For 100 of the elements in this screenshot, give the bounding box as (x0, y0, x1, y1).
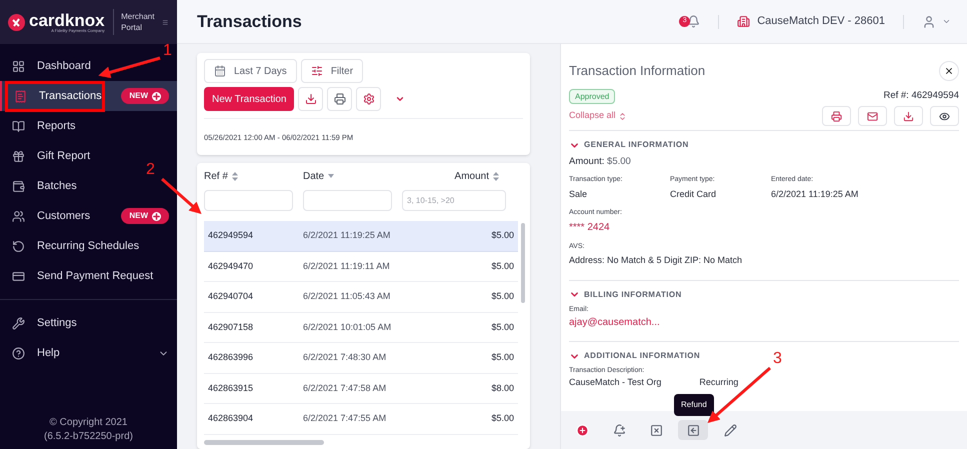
book-icon (12, 120, 25, 132)
chevron-icon[interactable] (395, 94, 406, 104)
table-cell-text: 462949470 (208, 260, 254, 272)
field-value: Credit Card (670, 188, 718, 201)
receipt-icon (14, 90, 27, 102)
column-header[interactable]: Date (303, 168, 324, 184)
filter-button[interactable]: Filter (300, 59, 364, 83)
account-number: **** 2424 (569, 220, 611, 235)
table-cell-text: 6/2/2021 7:47:55 AM (303, 412, 388, 425)
table-row[interactable]: 462863996 6/2/2021 7:48:30 AM $5.00 (204, 343, 518, 374)
download-icon (903, 110, 914, 122)
table-row[interactable]: 462863915 6/2/2021 7:47:58 AM $8.00 (204, 374, 518, 404)
field-value: Address: No Match & 5 Digit ZIP: No Match (569, 254, 744, 268)
vertical-scrollbar[interactable] (521, 223, 525, 303)
table-cell-text: $8.00 (491, 382, 514, 394)
date-range-button[interactable]: Last 7 Days (204, 59, 297, 83)
table-row[interactable]: 462949470 6/2/2021 11:19:11 AM $5.00 (204, 252, 518, 282)
logo-icon (8, 14, 25, 30)
column-filter-field[interactable]: 3, 10-15, >20 (402, 190, 506, 211)
annotation-number: 3 (773, 351, 782, 367)
sort-icon[interactable] (232, 172, 238, 180)
print-button[interactable] (327, 87, 352, 111)
copyright-text: © Copyright 2021 (50, 416, 128, 430)
column-filter-field[interactable] (204, 190, 293, 211)
grid-icon (12, 60, 25, 72)
new-transaction-button[interactable]: New Transaction (204, 87, 294, 111)
annotation-number: 2 (146, 162, 155, 178)
sidebar-item[interactable]: Customers NEW (0, 201, 177, 231)
column-filter-field[interactable] (303, 190, 392, 211)
sidebar-item[interactable]: Recurring Schedules (0, 231, 148, 261)
rotate-icon (12, 240, 25, 252)
sort-icon[interactable] (493, 172, 499, 180)
annotation-arrow (161, 178, 202, 214)
portal-label: Merchant Portal (121, 11, 154, 33)
settings-button[interactable] (356, 87, 382, 111)
account-name[interactable]: CauseMatch DEV - 28601 (757, 13, 885, 30)
download-icon (304, 93, 317, 105)
annotation-number: 1 (163, 43, 172, 59)
user-icon[interactable] (922, 14, 936, 28)
panel-title: Transaction Information (569, 62, 706, 80)
chevrons-icon (618, 112, 627, 120)
table-cell-text: 6/2/2021 11:19:11 AM (303, 260, 391, 272)
print-button[interactable] (822, 106, 851, 126)
table-row[interactable]: 462940704 6/2/2021 11:05:43 AM $5.00 (204, 282, 518, 312)
table-cell-text: 462949594 (208, 229, 254, 242)
action-button[interactable] (678, 420, 708, 440)
sidebar-item[interactable]: Reports (0, 111, 130, 141)
calendar-icon (214, 65, 226, 77)
gear-icon (362, 93, 375, 105)
mail-icon (867, 110, 878, 122)
tooltip: Refund (674, 394, 714, 416)
card-icon (12, 270, 25, 282)
download-button[interactable] (298, 87, 324, 111)
table-cell-text: 462863996 (208, 351, 254, 364)
bell-icon[interactable] (687, 15, 700, 28)
amount-label: Amount: (569, 156, 604, 167)
sidebar-item[interactable]: Dashboard (0, 51, 130, 81)
logo-text: cardknox (29, 12, 105, 28)
table-cell-text: 462907158 (208, 320, 254, 334)
new-badge: NEW (121, 88, 169, 104)
email-button[interactable] (858, 106, 887, 126)
column-header[interactable]: Ref # (204, 168, 228, 184)
printer-icon (334, 93, 346, 105)
download-button[interactable] (894, 106, 923, 126)
sort-down-icon[interactable] (328, 174, 334, 178)
table-cell-text: 6/2/2021 7:48:30 AM (303, 351, 388, 364)
email-link[interactable]: ajay@causematch... (569, 315, 959, 330)
field-value: 6/2/2021 11:19:25 AM (771, 188, 858, 201)
close-button[interactable] (939, 61, 959, 81)
table-row[interactable]: 462863904 6/2/2021 7:47:55 AM $5.00 (204, 404, 518, 434)
description-text: Recurring (699, 376, 738, 387)
pencil-icon (724, 424, 736, 436)
section-title: GENERAL INFORMATION (584, 139, 689, 151)
table-cell-text: $5.00 (491, 260, 514, 272)
table-row[interactable]: 462949594 6/2/2021 11:19:25 AM $5.00 (204, 221, 518, 252)
new-badge: NEW (121, 208, 169, 224)
sidebar-item[interactable]: Settings (0, 308, 130, 338)
card-return-icon (686, 424, 700, 436)
status-badge: Approved (569, 89, 616, 104)
field-value: Sale (569, 188, 588, 201)
view-button[interactable] (930, 106, 959, 126)
amount-value: $5.00 (607, 156, 631, 167)
bell-plus-icon (612, 424, 626, 436)
table-cell-text: 462863915 (208, 382, 254, 394)
caret-icon[interactable] (942, 17, 951, 26)
sidebar-item[interactable]: Gift Report (0, 141, 130, 171)
sidebar-item[interactable]: Batches (0, 171, 130, 201)
section-title: BILLING INFORMATION (584, 288, 682, 301)
horizontal-scrollbar[interactable] (204, 440, 324, 445)
card-cancel-icon (650, 424, 662, 436)
copyright-text: (6.5.2-b752250-prd) (44, 430, 133, 444)
help-icon (12, 346, 25, 360)
table-cell-text: $5.00 (491, 320, 514, 334)
close-icon (944, 66, 954, 76)
table-row[interactable]: 462907158 6/2/2021 10:01:05 AM $5.00 (204, 312, 518, 343)
table-cell-text: 6/2/2021 11:05:43 AM (303, 290, 392, 303)
column-header[interactable]: Amount (454, 168, 489, 184)
sidebar-item[interactable]: Help (0, 338, 177, 368)
sidebar-item[interactable]: Send Payment Request (0, 261, 162, 291)
table-cell-text: 462940704 (208, 290, 254, 303)
